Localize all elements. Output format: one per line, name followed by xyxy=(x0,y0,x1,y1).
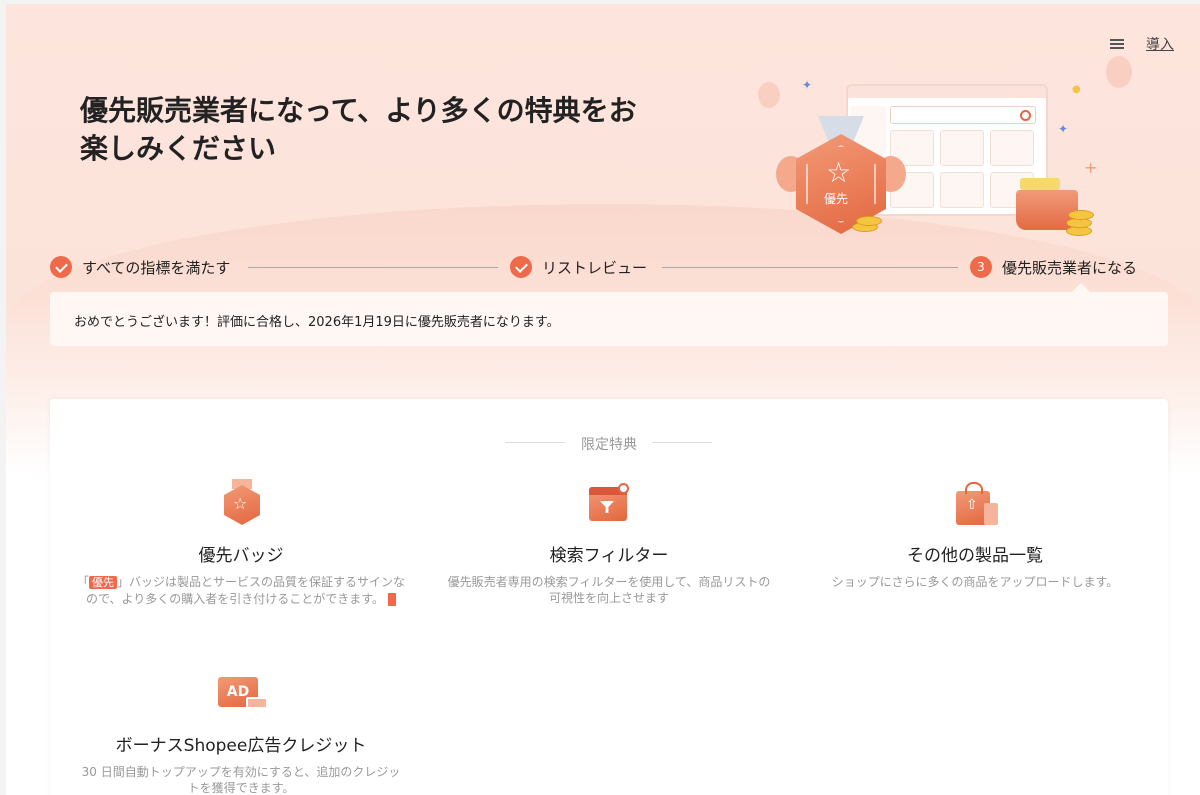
search-filter-icon xyxy=(584,479,634,529)
ad-icon: AD xyxy=(216,669,268,719)
benefit-description: 優先販売者専用の検索フィルターを使用して、商品リストの可視性を向上させます xyxy=(447,575,771,605)
benefit-search-filter: 検索フィルター 優先販売者専用の検索フィルターを使用して、商品リストの可視性を向… xyxy=(444,479,774,606)
step-label: すべての指標を満たす xyxy=(82,258,231,277)
step-label: 優先販売業者になる xyxy=(1002,258,1138,277)
hero-illustration: ✦ ✦ + ● ☆ 優先 xyxy=(706,44,1186,254)
step-label: リストレビュー xyxy=(542,258,648,277)
step-connector xyxy=(662,267,958,268)
benefit-description: 30 日間自動トップアップを有効にすると、追加のクレジットを獲得できます。 xyxy=(81,765,401,795)
badge-icon: ☆ xyxy=(216,479,266,529)
benefit-ads-credit: AD ボーナスShopee広告クレジット 30 日間自動トップアップを有効にする… xyxy=(76,669,406,795)
step-number: 3 xyxy=(970,256,992,278)
progress-stepper: すべての指標を満たす リストレビュー 3 優先販売業者になる xyxy=(50,256,1168,280)
priority-tag: 優先 xyxy=(89,576,117,589)
sparkle-icon: ✦ xyxy=(802,78,813,92)
benefit-priority-badge: ☆ 優先バッジ 「優先 」バッジは製品とサービスの品質を保証するサインなので、より… xyxy=(76,479,406,607)
coin-icon xyxy=(856,216,882,226)
status-notice: おめでとうございます！評価に合格し、2026年1月19日に優先販売者になります。 xyxy=(50,292,1168,346)
medal-label: 優先 xyxy=(824,192,849,206)
cursor-mark xyxy=(388,593,397,606)
benefits-card: 限定特典 ☆ 優先バッジ 「優先 」バッジは製品とサービスの品質を保証するサインな… xyxy=(50,399,1168,795)
divider xyxy=(652,442,712,443)
benefit-title: その他の製品一覧 xyxy=(907,546,1043,566)
star-icon: ☆ xyxy=(826,156,852,189)
benefit-more-listings: ⇧ その他の製品一覧 ショップにさらに多くの商品をアップロードします。 xyxy=(810,479,1140,590)
step-become-priority: 3 優先販売業者になる xyxy=(970,256,1137,278)
benefit-title: 優先バッジ xyxy=(198,546,284,566)
check-icon xyxy=(510,256,532,278)
benefit-description: ショップにさらに多くの商品をアップロードします。 xyxy=(831,575,1119,589)
step-meet-metrics: すべての指標を満たす xyxy=(50,256,230,278)
balloon-icon xyxy=(758,82,780,108)
sparkle-icon: ✦ xyxy=(1058,122,1069,136)
page-title: 優先販売業者になって、より多くの特典をお楽しみください xyxy=(80,94,637,165)
page: 導入 優先販売業者になって、より多くの特典をお楽しみください ✦ ✦ + ● ☆… xyxy=(0,0,1200,795)
plus-icon: + xyxy=(1084,158,1098,177)
benefit-title: ボーナスShopee広告クレジット xyxy=(115,736,367,756)
benefit-title: 検索フィルター xyxy=(549,546,669,566)
upload-bag-icon: ⇧ xyxy=(950,479,1000,529)
benefits-section-title: 限定特典 xyxy=(581,437,637,453)
dot-icon: ● xyxy=(1072,84,1081,95)
benefit-description: 「優先 」バッジは製品とサービスの品質を保証するサインなので、より多くの購入者を引… xyxy=(76,575,406,606)
notice-pointer xyxy=(1072,283,1090,292)
balloon-icon xyxy=(1106,56,1132,88)
check-icon xyxy=(50,256,72,278)
coin-icon xyxy=(1068,210,1094,220)
step-list-review: リストレビュー xyxy=(510,256,647,278)
step-connector xyxy=(248,267,498,268)
